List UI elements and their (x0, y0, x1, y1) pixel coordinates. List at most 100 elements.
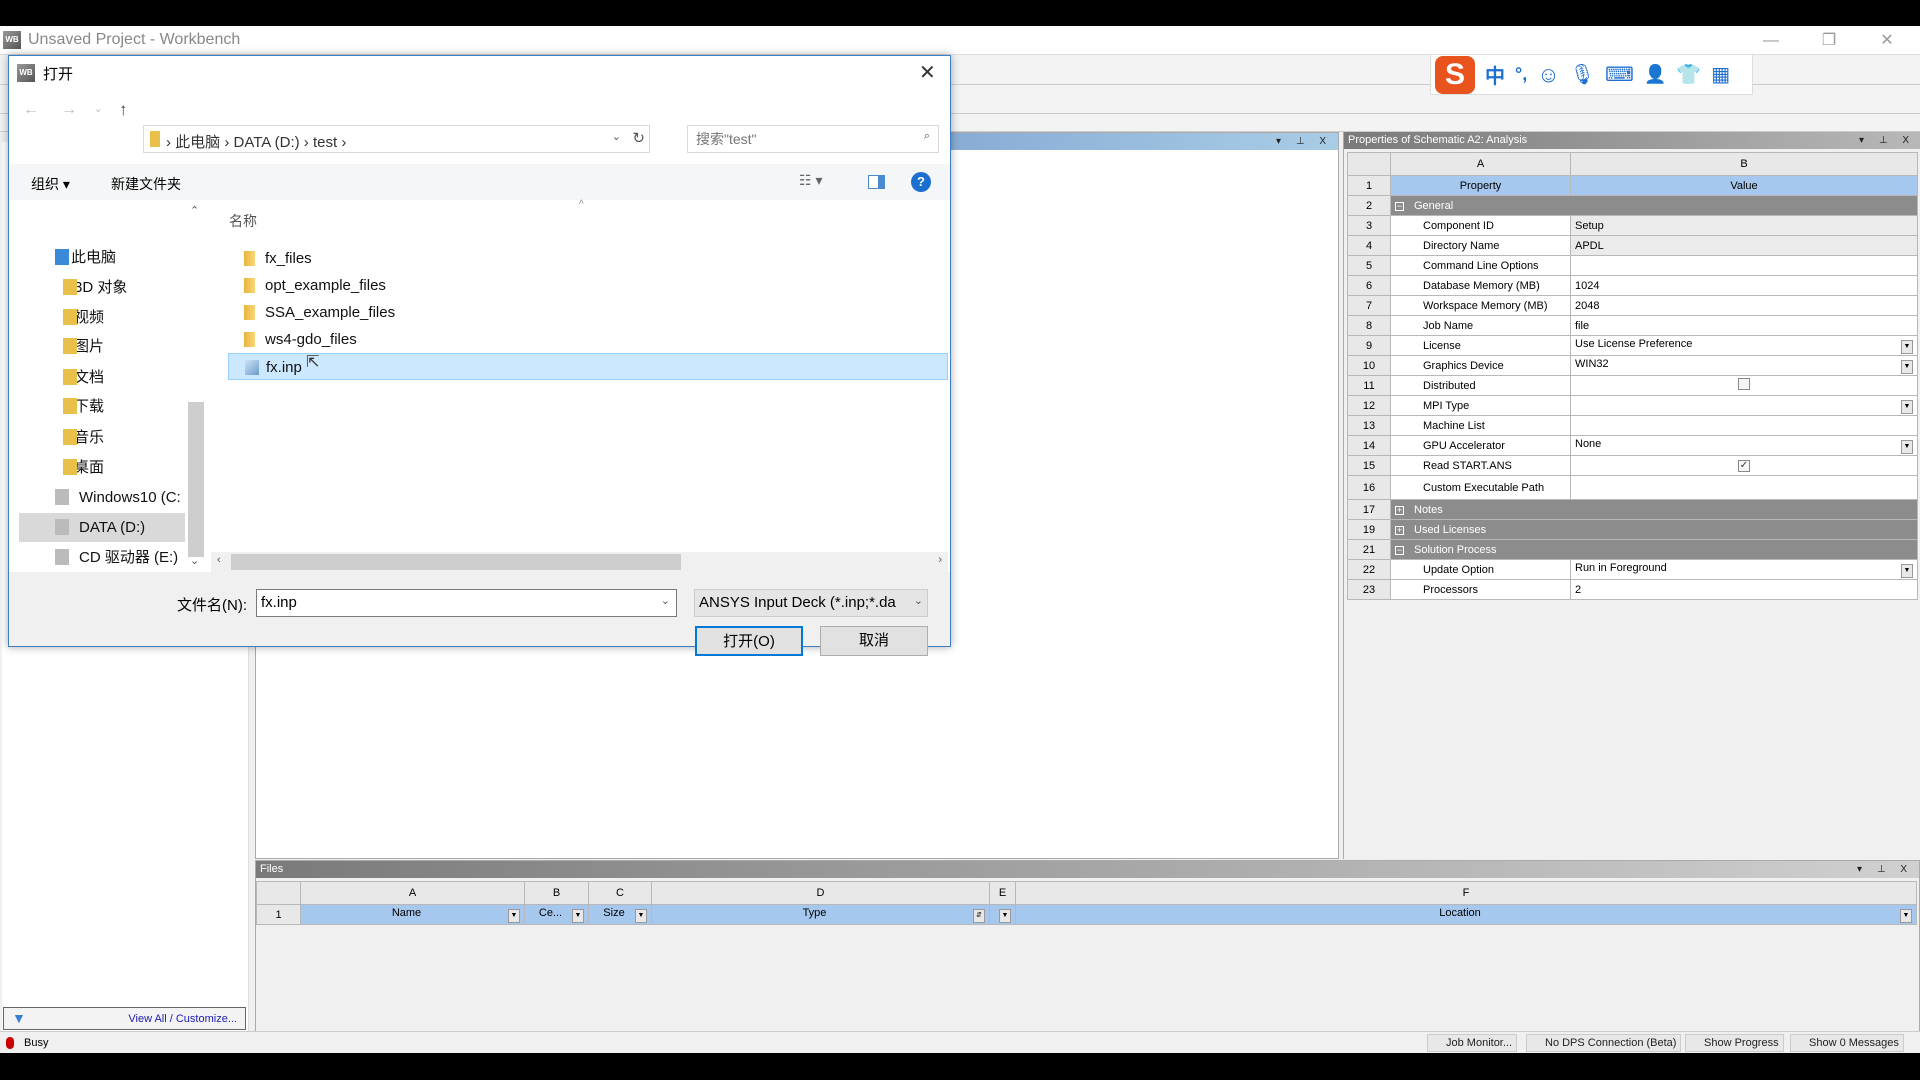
section-row[interactable]: 17 + Notes (1347, 499, 1918, 520)
nav-item[interactable]: 3D 对象 (19, 273, 191, 302)
value-cell[interactable]: ✓ (1570, 455, 1918, 476)
cell-header[interactable]: ▼ Ce... (524, 904, 589, 925)
property-row[interactable]: 7 Workspace Memory (MB) 2048 (1347, 295, 1918, 316)
nav-item[interactable]: 下载 (19, 392, 191, 421)
location-header[interactable]: ▼ Location (1015, 904, 1917, 925)
search-box[interactable]: ⌕ (687, 125, 939, 153)
user-icon[interactable]: 👤 (1644, 64, 1666, 85)
h-scroll-thumb[interactable] (231, 554, 681, 570)
filename-dropdown-icon[interactable]: ⌄ (661, 594, 670, 607)
file-list-item[interactable]: SSA_example_files (228, 299, 948, 326)
value-cell[interactable]: file (1570, 315, 1918, 336)
address-dropdown-icon[interactable]: ⌄ (612, 130, 621, 143)
value-cell[interactable]: APDL (1570, 235, 1918, 256)
file-list-item[interactable]: opt_example_files (228, 272, 948, 299)
property-row[interactable]: 15 Read START.ANS ✓ (1347, 455, 1918, 476)
property-row[interactable]: 12 MPI Type ▼ (1347, 395, 1918, 416)
file-type-select[interactable]: ANSYS Input Deck (*.inp;*.da ⌄ (694, 589, 928, 617)
collapse-icon[interactable]: − (1395, 201, 1404, 211)
value-cell[interactable]: 2 (1570, 579, 1918, 600)
nav-item[interactable]: 图片 (19, 332, 191, 361)
checked-checkbox[interactable]: ✓ (1738, 460, 1750, 472)
dropdown-arrow-icon[interactable]: ▼ (1901, 399, 1913, 414)
expand-icon[interactable]: + (1395, 505, 1404, 515)
up-button[interactable]: ↑ (119, 100, 128, 120)
organize-menu[interactable]: 组织 ▾ (31, 174, 70, 194)
filename-field[interactable]: fx.inp ⌄ (256, 589, 677, 617)
preview-pane-icon[interactable] (868, 175, 885, 189)
e-header[interactable]: ▼ (989, 904, 1016, 925)
show-progress-button[interactable]: Show Progress (1685, 1034, 1784, 1052)
property-row[interactable]: 8 Job Name file (1347, 315, 1918, 336)
panel-controls[interactable]: ▾ ⊥ X (1276, 133, 1332, 150)
scroll-up-icon[interactable]: ⌃ (190, 204, 199, 217)
section-row[interactable]: 21− Solution Process (1347, 539, 1918, 560)
view-options-icon[interactable]: ☷ ▾ (799, 172, 822, 189)
property-row[interactable]: 23 Processors 2 (1347, 579, 1918, 600)
punctuation-icon[interactable]: °, (1515, 64, 1527, 85)
nav-item[interactable]: 视频 (19, 303, 191, 332)
nav-item[interactable]: 文档 (19, 363, 191, 392)
dialog-close-button[interactable]: ✕ (919, 60, 936, 85)
value-cell[interactable] (1570, 255, 1918, 276)
section-row[interactable]: 2− General (1347, 195, 1918, 216)
show-messages-button[interactable]: Show 0 Messages (1790, 1034, 1904, 1052)
nav-item[interactable]: 此电脑 (19, 243, 191, 272)
value-cell[interactable] (1570, 415, 1918, 436)
breadcrumb-data-d[interactable]: DATA (D:) (234, 134, 300, 151)
value-cell[interactable] (1570, 475, 1918, 500)
expand-icon[interactable]: + (1395, 525, 1404, 535)
shirt-icon[interactable]: 👕 (1676, 62, 1701, 87)
smiley-icon[interactable]: ☺ (1537, 62, 1559, 88)
value-cell[interactable]: 1024 (1570, 275, 1918, 296)
dropdown-arrow-icon[interactable]: ▼ (1901, 339, 1913, 354)
nav-item[interactable]: CD 驱动器 (E:) (19, 543, 191, 572)
nav-item[interactable]: 音乐 (19, 423, 191, 452)
dps-connection-button[interactable]: No DPS Connection (Beta) (1526, 1034, 1682, 1052)
file-list-item[interactable]: ws4-gdo_files (228, 326, 948, 353)
panel-controls[interactable]: ▾ ⊥ X (1859, 132, 1915, 149)
open-button[interactable]: 打开(O) (695, 626, 803, 656)
filename-value[interactable]: fx.inp (261, 594, 297, 611)
value-cell[interactable]: ▼ Use License Preference (1570, 335, 1918, 356)
close-button[interactable]: ✕ (1858, 26, 1916, 55)
section-label[interactable]: + Used Licenses (1390, 519, 1918, 540)
panel-controls[interactable]: ▾ ⊥ X (1857, 861, 1913, 878)
value-cell[interactable]: Setup (1570, 215, 1918, 236)
property-row[interactable]: 5 Command Line Options (1347, 255, 1918, 276)
file-type-dropdown-icon[interactable]: ⌄ (913, 594, 923, 607)
file-list-item[interactable]: fx.inp (228, 353, 948, 380)
view-all-customize-link[interactable]: View All / Customize... (128, 1013, 237, 1025)
minimize-button[interactable]: — (1742, 26, 1800, 55)
grid-icon[interactable]: ▦ (1711, 62, 1730, 87)
property-row[interactable]: 10 Graphics Device ▼ WIN32 (1347, 355, 1918, 376)
cancel-button[interactable]: 取消 (820, 626, 928, 656)
property-row[interactable]: 22 Update Option ▼ Run in Foreground (1347, 559, 1918, 580)
dropdown-arrow-icon[interactable]: ▼ (1901, 563, 1913, 578)
header-row[interactable]: 1 Property Value (1347, 175, 1918, 196)
property-row[interactable]: 6 Database Memory (MB) 1024 (1347, 275, 1918, 296)
property-row[interactable]: 11 Distributed (1347, 375, 1918, 396)
forward-button[interactable]: → (61, 101, 77, 119)
property-row[interactable]: 16 Custom Executable Path (1347, 475, 1918, 500)
property-row[interactable]: 4 Directory Name APDL (1347, 235, 1918, 256)
scroll-down-icon[interactable]: ⌄ (190, 554, 199, 567)
nav-item[interactable]: 桌面 (19, 453, 191, 482)
scroll-right-icon[interactable]: › (938, 554, 942, 566)
help-icon[interactable]: ? (911, 172, 931, 192)
section-label[interactable]: − Solution Process (1390, 539, 1918, 560)
size-header[interactable]: ▼ Size (588, 904, 652, 925)
job-monitor-button[interactable]: Job Monitor... (1427, 1034, 1518, 1052)
unchecked-checkbox[interactable] (1738, 378, 1750, 390)
name-header[interactable]: ▼ Name (300, 904, 525, 925)
value-cell[interactable]: ▼ (1570, 395, 1918, 416)
value-cell[interactable] (1570, 375, 1918, 396)
keyboard-icon[interactable]: ⌨ (1605, 62, 1634, 87)
name-column-header[interactable]: 名称 (229, 211, 257, 231)
new-folder-button[interactable]: 新建文件夹 (111, 174, 181, 194)
section-label[interactable]: − General (1390, 195, 1918, 216)
property-row[interactable]: 14 GPU Accelerator ▼ None (1347, 435, 1918, 456)
nav-scrollbar[interactable]: ⌃ ⌄ (185, 202, 205, 572)
mic-icon[interactable]: 🎙 (1570, 62, 1595, 87)
file-list-item[interactable]: fx_files (228, 245, 948, 272)
